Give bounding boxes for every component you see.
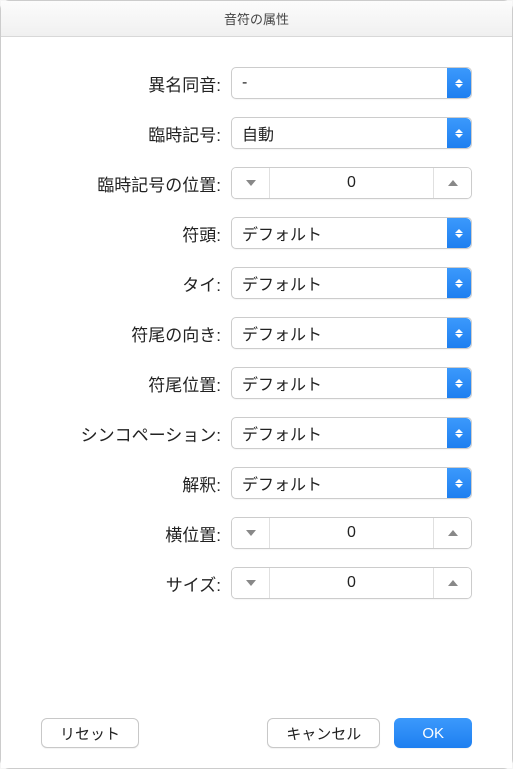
stem-position-label: 符尾位置:	[41, 371, 231, 396]
decrement-button[interactable]	[232, 168, 270, 198]
size-label: サイズ:	[41, 571, 231, 596]
increment-button[interactable]	[433, 518, 471, 548]
size-value[interactable]: 0	[270, 568, 433, 598]
chevron-down-icon	[246, 180, 256, 186]
updown-icon	[447, 268, 471, 298]
interpretation-select[interactable]: デフォルト	[231, 467, 472, 499]
enharmonic-label: 異名同音:	[41, 71, 231, 96]
syncopation-select[interactable]: デフォルト	[231, 417, 472, 449]
stem-direction-value: デフォルト	[232, 321, 322, 345]
ok-button[interactable]: OK	[394, 718, 472, 748]
updown-icon	[447, 318, 471, 348]
tie-select[interactable]: デフォルト	[231, 267, 472, 299]
reset-button[interactable]: リセット	[41, 718, 139, 748]
chevron-up-icon	[448, 580, 458, 586]
updown-icon	[447, 468, 471, 498]
chevron-down-icon	[246, 580, 256, 586]
dialog-content: 異名同音: - 臨時記号: 自動	[1, 37, 512, 768]
decrement-button[interactable]	[232, 568, 270, 598]
updown-icon	[447, 118, 471, 148]
interpretation-value: デフォルト	[232, 471, 322, 495]
accidental-select[interactable]: 自動	[231, 117, 472, 149]
increment-button[interactable]	[433, 168, 471, 198]
button-bar: リセット キャンセル OK	[41, 698, 472, 748]
size-stepper[interactable]: 0	[231, 567, 472, 599]
chevron-up-icon	[448, 530, 458, 536]
cancel-button[interactable]: キャンセル	[267, 718, 380, 748]
accidental-value: 自動	[232, 121, 274, 145]
stem-direction-select[interactable]: デフォルト	[231, 317, 472, 349]
stem-position-select[interactable]: デフォルト	[231, 367, 472, 399]
accidental-position-value[interactable]: 0	[270, 168, 433, 198]
increment-button[interactable]	[433, 568, 471, 598]
chevron-up-icon	[448, 180, 458, 186]
stem-direction-label: 符尾の向き:	[41, 321, 231, 346]
tie-value: デフォルト	[232, 271, 322, 295]
accidental-label: 臨時記号:	[41, 121, 231, 146]
syncopation-label: シンコペーション:	[41, 421, 231, 446]
notehead-select[interactable]: デフォルト	[231, 217, 472, 249]
accidental-position-stepper[interactable]: 0	[231, 167, 472, 199]
notehead-value: デフォルト	[232, 221, 322, 245]
updown-icon	[447, 368, 471, 398]
interpretation-label: 解釈:	[41, 471, 231, 496]
enharmonic-select[interactable]: -	[231, 67, 472, 99]
horizontal-position-stepper[interactable]: 0	[231, 517, 472, 549]
horizontal-position-label: 横位置:	[41, 521, 231, 546]
updown-icon	[447, 218, 471, 248]
tie-label: タイ:	[41, 271, 231, 296]
enharmonic-value: -	[232, 74, 247, 92]
updown-icon	[447, 418, 471, 448]
accidental-position-label: 臨時記号の位置:	[41, 171, 231, 196]
stem-position-value: デフォルト	[232, 371, 322, 395]
notehead-label: 符頭:	[41, 221, 231, 246]
horizontal-position-value[interactable]: 0	[270, 518, 433, 548]
window-title: 音符の属性	[1, 1, 512, 37]
updown-icon	[447, 68, 471, 98]
decrement-button[interactable]	[232, 518, 270, 548]
syncopation-value: デフォルト	[232, 421, 322, 445]
chevron-down-icon	[246, 530, 256, 536]
